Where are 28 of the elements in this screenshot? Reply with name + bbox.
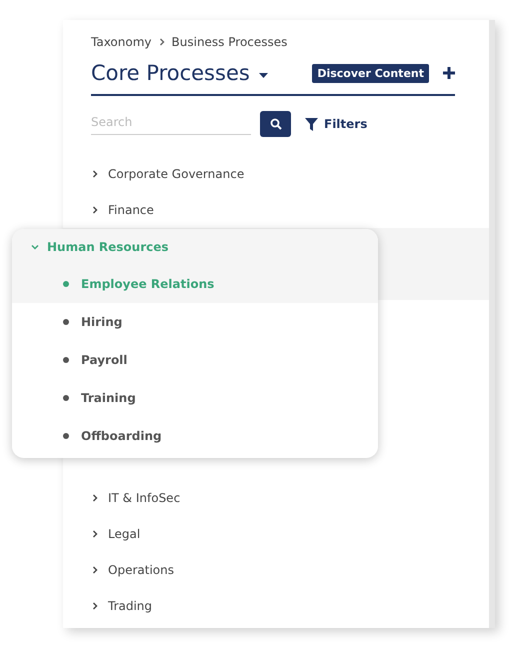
chevron-right-icon — [91, 494, 99, 502]
filters-button[interactable]: Filters — [305, 117, 368, 131]
add-icon[interactable] — [443, 67, 455, 79]
chevron-right-icon — [91, 602, 99, 610]
chevron-down-icon — [31, 243, 39, 251]
category-item[interactable]: Legal — [63, 516, 489, 552]
subcategory-item[interactable]: Training — [12, 379, 378, 417]
discover-content-button[interactable]: Discover Content — [312, 64, 429, 82]
chevron-right-icon — [91, 566, 99, 574]
category-item[interactable]: Trading — [63, 588, 489, 624]
chevron-right-icon — [158, 38, 166, 46]
search-icon — [270, 118, 282, 130]
dropdown-caret-icon[interactable] — [258, 72, 268, 78]
funnel-icon — [305, 118, 318, 130]
chevron-right-icon — [91, 170, 99, 178]
category-item[interactable]: IT & InfoSec — [63, 480, 489, 516]
breadcrumb-link[interactable]: Taxonomy — [91, 35, 152, 49]
subcategory-item[interactable]: Payroll — [12, 341, 378, 379]
subcategory-item[interactable]: Hiring — [12, 303, 378, 341]
breadcrumb-link[interactable]: Business Processes — [172, 35, 288, 49]
subcategory-item[interactable]: Offboarding — [12, 417, 378, 455]
search-button[interactable] — [260, 111, 291, 137]
category-item[interactable]: Corporate Governance — [63, 156, 489, 192]
chevron-right-icon — [91, 206, 99, 214]
chevron-right-icon — [91, 530, 99, 538]
category-item[interactable]: Operations — [63, 552, 489, 588]
page-title: Core Processes — [91, 61, 250, 85]
category-item[interactable]: Finance — [63, 192, 489, 228]
